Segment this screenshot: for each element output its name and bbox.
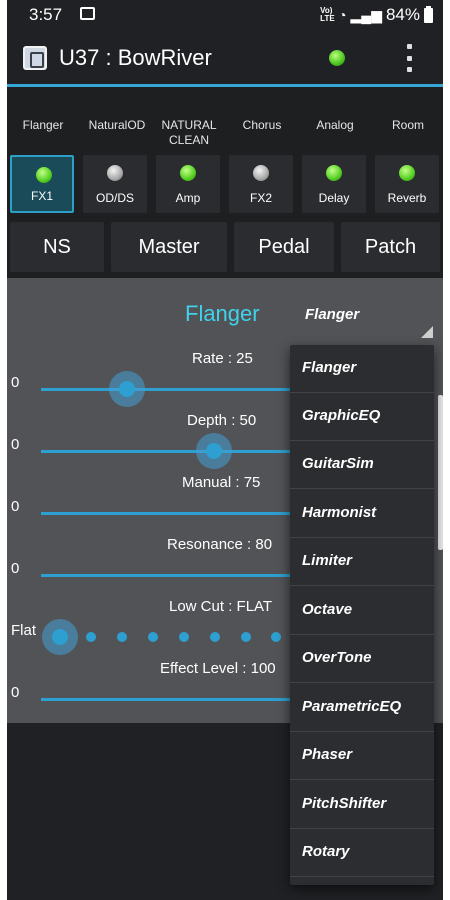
depth-min-label: 0	[11, 436, 20, 453]
effect-type-spinner[interactable]: Flanger	[305, 306, 359, 323]
fx1-label: FX1	[30, 189, 53, 203]
dropdown-item-graphiceq[interactable]: GraphicEQ	[290, 393, 434, 441]
fx2-label: FX2	[249, 191, 272, 205]
dropdown-item-rotary[interactable]: Rotary	[290, 829, 434, 877]
resonance-min-label: 0	[11, 560, 20, 577]
delay-label: Delay	[318, 191, 350, 205]
resonance-label: Resonance : 80	[167, 536, 273, 553]
spinner-arrow-icon[interactable]	[421, 326, 433, 338]
dropdown-item-label: Harmonist	[302, 504, 377, 521]
fx1-led-icon	[36, 167, 52, 183]
fx2-button[interactable]: FX2	[229, 155, 293, 213]
amp-button[interactable]: Amp	[156, 155, 220, 213]
dropdown-item-label: Octave	[302, 601, 353, 618]
fx2-led-icon	[253, 165, 269, 181]
reverb-label: Reverb	[387, 191, 427, 205]
dropdown-item-octave[interactable]: Octave	[290, 587, 434, 635]
effect-label-amp: NATURAL CLEAN	[161, 118, 217, 147]
low-cut-step-dot[interactable]	[241, 632, 251, 642]
depth-label: Depth : 50	[187, 412, 257, 429]
dropdown-item-label: OverTone	[302, 649, 372, 666]
dropdown-item-phaser[interactable]: Phaser	[290, 732, 434, 780]
depth-slider-thumb[interactable]	[196, 433, 232, 469]
dropdown-item-label: Rotary	[302, 843, 350, 860]
pedal-button[interactable]: Pedal	[234, 222, 334, 272]
low-cut-step-dot[interactable]	[210, 632, 220, 642]
effect-title: Flanger	[185, 301, 260, 326]
effect-level-min-label: 0	[11, 684, 20, 701]
dropdown-item-label: PitchShifter	[302, 795, 387, 812]
dropdown-item-label: Phaser	[302, 746, 353, 763]
dropdown-item-flanger[interactable]: Flanger	[290, 345, 434, 393]
dropdown-item-pitchshifter[interactable]: PitchShifter	[290, 781, 434, 829]
effect-type-dropdown: Flanger GraphicEQ GuitarSim Harmonist Li…	[290, 345, 434, 885]
status-led-icon	[329, 50, 345, 66]
more-options-icon[interactable]	[405, 44, 413, 72]
effect-level-label: Effect Level : 100	[160, 660, 276, 677]
delay-led-icon	[326, 165, 342, 181]
low-cut-step-dot[interactable]	[117, 632, 127, 642]
volte-icon: Vo) LTE	[320, 7, 335, 23]
wifi-signal-icon: ◔ ▂▄▆	[338, 6, 382, 23]
low-cut-step-dot[interactable]	[86, 632, 96, 642]
app-logo-icon	[23, 46, 47, 70]
ns-button[interactable]: NS	[10, 222, 104, 272]
amp-label: Amp	[175, 191, 201, 205]
manual-label: Manual : 75	[182, 474, 261, 491]
dropdown-item-guitarsim[interactable]: GuitarSim	[290, 441, 434, 489]
reverb-led-icon	[399, 165, 415, 181]
section-buttons: NS Master Pedal Patch	[7, 222, 443, 274]
patch-button[interactable]: Patch	[341, 222, 440, 272]
status-bar: 3:57 Vo) LTE ◔ ▂▄▆ 84%	[7, 0, 443, 30]
phone-screen: 3:57 Vo) LTE ◔ ▂▄▆ 84% U37 : BowRiver Fl…	[7, 0, 443, 900]
volte-line-2: LTE	[320, 14, 335, 23]
dropdown-item-label: Limiter	[302, 552, 353, 569]
amp-led-icon	[180, 165, 196, 181]
effect-type-labels: Flanger NaturalOD NATURAL CLEAN Chorus A…	[7, 118, 443, 154]
fx1-button[interactable]: FX1	[10, 155, 74, 213]
scrollbar[interactable]	[438, 395, 443, 550]
status-time: 3:57	[29, 5, 63, 24]
dropdown-item-harmonist[interactable]: Harmonist	[290, 490, 434, 538]
delay-button[interactable]: Delay	[302, 155, 366, 213]
low-cut-slider-thumb[interactable]	[42, 619, 78, 655]
dropdown-item-parametriceq[interactable]: ParametricEQ	[290, 684, 434, 732]
dropdown-item-limiter[interactable]: Limiter	[290, 538, 434, 586]
patch-title: U37 : BowRiver	[59, 45, 212, 70]
app-bar: U37 : BowRiver	[7, 30, 443, 86]
low-cut-label: Low Cut : FLAT	[169, 598, 273, 615]
effect-label-fx2: Chorus	[242, 118, 282, 132]
rate-label: Rate : 25	[192, 350, 253, 367]
low-cut-step-dot[interactable]	[179, 632, 189, 642]
battery-icon	[424, 5, 433, 23]
effect-label-odds: NaturalOD	[88, 118, 146, 132]
effect-block-buttons: FX1 OD/DS Amp FX2 Delay Reverb	[7, 155, 443, 215]
odds-label: OD/DS	[95, 191, 134, 205]
manual-min-label: 0	[11, 498, 20, 515]
app-bar-divider	[7, 84, 443, 87]
low-cut-step-dot[interactable]	[148, 632, 158, 642]
effect-label-fx1: Flanger	[22, 118, 64, 132]
odds-led-icon	[107, 165, 123, 181]
status-indicators: Vo) LTE ◔ ▂▄▆ 84%	[320, 5, 433, 25]
rate-min-label: 0	[11, 374, 20, 391]
dropdown-item-overtone[interactable]: OverTone	[290, 635, 434, 683]
dropdown-item-label: ParametricEQ	[302, 698, 402, 715]
image-notification-icon	[80, 7, 95, 20]
battery-percent: 84%	[385, 5, 420, 24]
odds-button[interactable]: OD/DS	[83, 155, 147, 213]
dropdown-item-label: GraphicEQ	[302, 407, 381, 424]
dropdown-item-label: GuitarSim	[302, 455, 374, 472]
master-button[interactable]: Master	[111, 222, 227, 272]
low-cut-step-dot[interactable]	[271, 632, 281, 642]
effect-label-delay: Analog	[316, 118, 354, 132]
rate-slider-thumb[interactable]	[109, 371, 145, 407]
reverb-button[interactable]: Reverb	[375, 155, 439, 213]
effect-label-reverb: Room	[391, 118, 424, 132]
low-cut-min-label: Flat	[11, 622, 37, 639]
dropdown-item-label: Flanger	[302, 359, 357, 376]
